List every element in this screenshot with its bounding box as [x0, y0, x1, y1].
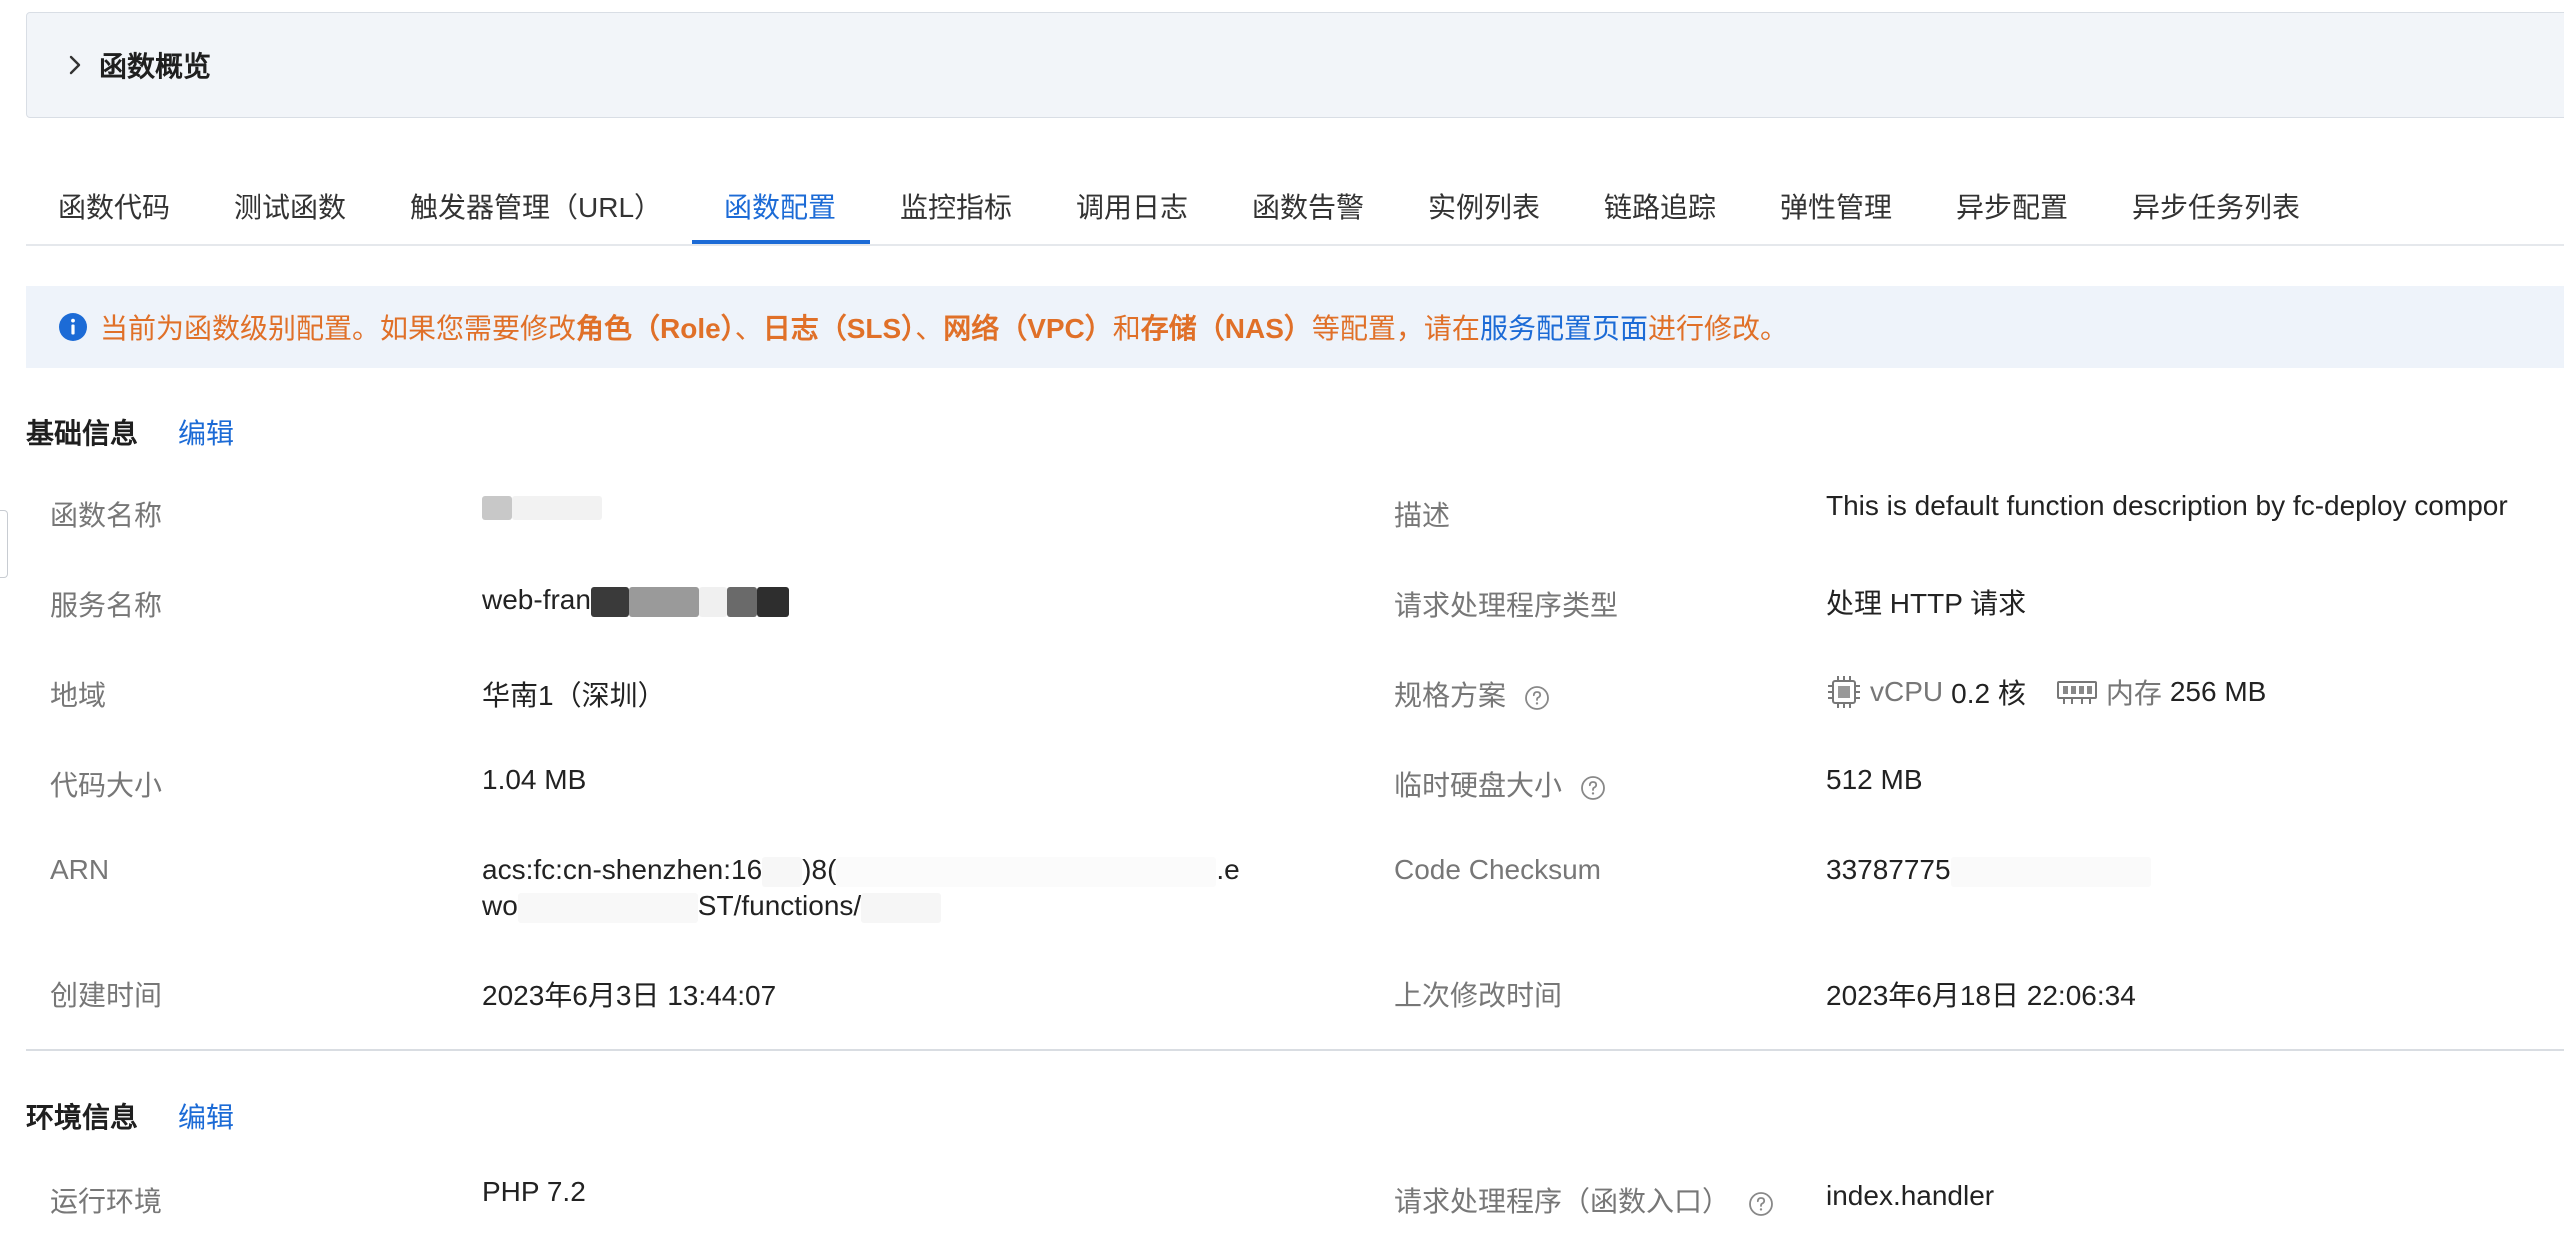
code-checksum-value: 33787775	[1826, 854, 2151, 887]
temp-disk-value: 512 MB	[1826, 764, 1923, 795]
created-time-value: 2023年6月3日 13:44:07	[482, 980, 777, 1011]
tab-elastic-management[interactable]: 弹性管理	[1780, 168, 1892, 244]
side-panel-handle[interactable]	[0, 510, 8, 578]
redacted-block	[698, 586, 727, 617]
service-name-value: web-fran	[482, 584, 789, 617]
basic-info-header: 基础信息 编辑	[26, 412, 234, 452]
tab-invocation-logs[interactable]: 调用日志	[1076, 168, 1188, 244]
arn-value-line2: wo ST/functions/	[482, 890, 942, 923]
notice-text: 当前为函数级别配置。如果您需要修改角色（Role）、日志（SLS）、网络（VPC…	[100, 313, 1788, 344]
question-circle-icon[interactable]	[1748, 1191, 1774, 1217]
tab-metrics[interactable]: 监控指标	[900, 168, 1012, 244]
handler-type-value: 处理 HTTP 请求	[1826, 588, 2027, 619]
function-overview-panel[interactable]: 函数概览	[26, 12, 2564, 118]
question-circle-icon[interactable]	[1580, 775, 1606, 801]
redacted-block	[726, 586, 757, 617]
active-tab-indicator	[692, 240, 870, 244]
arn-value-line1: acs:fc:cn-shenzhen:16)8(.e	[482, 854, 1240, 887]
redacted-block	[836, 856, 1217, 887]
redacted-block	[762, 856, 803, 887]
tab-trigger-management[interactable]: 触发器管理（URL）	[410, 168, 662, 244]
memory-icon	[2056, 681, 2097, 704]
question-circle-icon[interactable]	[1524, 685, 1550, 711]
cpu-icon	[1828, 676, 1860, 708]
tab-bar: 函数代码 测试函数 触发器管理（URL） 函数配置 监控指标 调用日志 函数告警…	[26, 168, 2564, 246]
temp-disk-label: 临时硬盘大小	[1394, 764, 1606, 804]
redacted-block	[482, 495, 512, 520]
tab-function-alerts[interactable]: 函数告警	[1252, 168, 1364, 244]
tab-function-code[interactable]: 函数代码	[58, 168, 170, 244]
code-size-label: 代码大小	[50, 770, 163, 801]
redacted-block	[512, 495, 602, 520]
memory-label: 内存	[2105, 678, 2162, 709]
tab-async-config[interactable]: 异步配置	[1956, 168, 2068, 244]
description-value: This is default function description by …	[1826, 490, 2508, 521]
redacted-block	[628, 586, 699, 617]
description-label: 描述	[1394, 500, 1451, 531]
redacted-block	[1950, 856, 2151, 887]
function-config-page: 函数概览 函数代码 测试函数 触发器管理（URL） 函数配置 监控指标 调用日志…	[0, 0, 2564, 1238]
tab-async-task-list[interactable]: 异步任务列表	[2132, 168, 2300, 244]
info-icon	[58, 312, 88, 342]
code-checksum-label: Code Checksum	[1394, 854, 1601, 885]
function-name-value	[482, 490, 602, 522]
env-info-header: 环境信息 编辑	[26, 1096, 234, 1136]
handler-label: 请求处理程序（函数入口）	[1394, 1180, 1774, 1220]
spec-value: vCPU 0.2 核 内存 256 MB	[1826, 672, 2266, 712]
handler-value: index.handler	[1826, 1180, 1995, 1211]
env-info-edit-button[interactable]: 编辑	[178, 1096, 234, 1136]
redacted-block	[517, 892, 698, 923]
code-size-value: 1.04 MB	[482, 764, 587, 795]
runtime-value: PHP 7.2	[482, 1176, 586, 1207]
spec-label: 规格方案	[1394, 674, 1550, 714]
overview-title: 函数概览	[99, 51, 212, 82]
created-time-label: 创建时间	[50, 980, 163, 1011]
info-notice: 当前为函数级别配置。如果您需要修改角色（Role）、日志（SLS）、网络（VPC…	[26, 286, 2564, 368]
vcpu-label: vCPU	[1870, 676, 1944, 707]
redacted-block	[590, 586, 629, 617]
redacted-block	[861, 892, 942, 923]
handler-type-label: 请求处理程序类型	[1394, 590, 1619, 621]
tab-test-function[interactable]: 测试函数	[234, 168, 346, 244]
region-value: 华南1（深圳）	[482, 680, 666, 711]
basic-info-title: 基础信息	[26, 418, 139, 449]
chevron-right-icon[interactable]	[61, 51, 89, 79]
memory-value: 256 MB	[2169, 676, 2267, 707]
vcpu-value: 0.2 核	[1951, 678, 2026, 709]
service-name-label: 服务名称	[50, 590, 163, 621]
modified-time-label: 上次修改时间	[1394, 980, 1563, 1011]
runtime-label: 运行环境	[50, 1186, 163, 1217]
modified-time-value: 2023年6月18日 22:06:34	[1826, 980, 2136, 1011]
tab-tracing[interactable]: 链路追踪	[1604, 168, 1716, 244]
region-label: 地域	[50, 680, 107, 711]
redacted-block	[756, 586, 789, 617]
service-config-link[interactable]: 服务配置页面	[1480, 313, 1648, 344]
function-name-label: 函数名称	[50, 500, 163, 531]
section-divider	[26, 1049, 2564, 1051]
arn-label: ARN	[50, 854, 110, 885]
tab-function-config[interactable]: 函数配置	[724, 168, 836, 244]
basic-info-edit-button[interactable]: 编辑	[178, 412, 234, 452]
tab-instance-list[interactable]: 实例列表	[1428, 168, 1540, 244]
env-info-title: 环境信息	[26, 1102, 139, 1133]
